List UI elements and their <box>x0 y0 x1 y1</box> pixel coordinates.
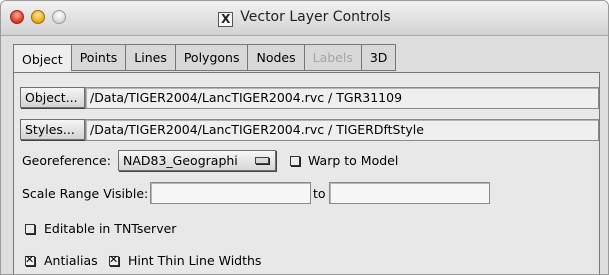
tab-polygons[interactable]: Polygons <box>174 44 248 71</box>
antialias-label: Antialias <box>44 253 98 268</box>
title-bar[interactable]: X Vector Layer Controls <box>1 1 608 36</box>
warp-to-model-checkbox[interactable] <box>290 156 300 166</box>
tab-labels: Labels <box>303 44 361 71</box>
dropdown-indicator-icon <box>255 157 269 164</box>
tab-lines[interactable]: Lines <box>125 44 175 71</box>
tab-3d[interactable]: 3D <box>360 44 397 71</box>
scale-range-label: Scale Range Visible: <box>22 186 149 201</box>
tab-nodes[interactable]: Nodes <box>247 44 304 71</box>
georeference-value: NAD83_Geographi <box>123 153 238 168</box>
tab-object[interactable]: Object <box>13 44 71 73</box>
styles-path-field[interactable]: /Data/TIGER2004/LancTIGER2004.rvc / TIGE… <box>85 119 599 141</box>
hint-thin-line-widths-checkbox[interactable] <box>109 253 119 266</box>
editable-in-tntserver-checkbox[interactable] <box>25 224 35 234</box>
editable-in-tntserver-label: Editable in TNTserver <box>44 221 177 236</box>
warp-to-model-label: Warp to Model <box>308 153 399 168</box>
object-path-field[interactable]: /Data/TIGER2004/LancTIGER2004.rvc / TGR3… <box>85 87 599 109</box>
georeference-label: Georeference: <box>22 153 111 168</box>
tab-points[interactable]: Points <box>70 44 126 71</box>
tab-bar: Object Points Lines Polygons Nodes Label… <box>13 44 397 73</box>
object-tab-panel: Object... /Data/TIGER2004/LancTIGER2004.… <box>13 72 600 274</box>
window-title: Vector Layer Controls <box>240 9 391 25</box>
hint-thin-line-widths-label: Hint Thin Line Widths <box>128 253 262 268</box>
object-select-button[interactable]: Object... <box>20 87 85 108</box>
scale-range-to-input[interactable] <box>329 182 490 204</box>
vector-layer-controls-window: X Vector Layer Controls Object Points Lin… <box>0 0 609 275</box>
scale-range-to-label: to <box>313 186 326 201</box>
georeference-dropdown[interactable]: NAD83_Geographi <box>118 150 276 171</box>
antialias-checkbox[interactable] <box>25 253 35 266</box>
styles-select-button[interactable]: Styles... <box>20 119 85 140</box>
x11-app-icon: X <box>218 12 234 27</box>
window-title-area: X Vector Layer Controls <box>1 9 608 27</box>
scale-range-from-input[interactable] <box>150 182 311 204</box>
